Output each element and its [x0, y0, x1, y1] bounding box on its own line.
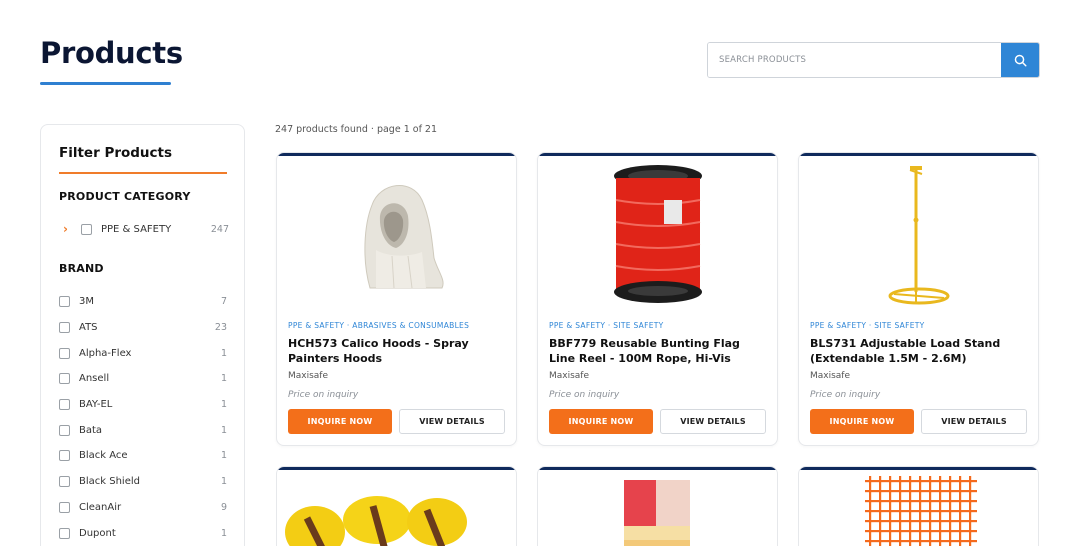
category-count: 247: [210, 223, 229, 235]
brand-count: 1: [220, 347, 227, 359]
brand-item-3m[interactable]: 3M 7: [59, 289, 227, 315]
view-details-button[interactable]: VIEW DETAILS: [921, 409, 1027, 434]
brand-label: Black Shield: [79, 476, 140, 488]
brand-count: 1: [220, 527, 227, 539]
brand-list: 3M 7 ATS 23 Alpha-Flex 1 Ansell 1 BAY-EL 1 Ba…: [59, 289, 227, 546]
product-title[interactable]: BBF779 Reusable Bunting Flag Line Reel -…: [549, 336, 766, 366]
brand-checkbox[interactable]: [59, 399, 70, 411]
brand-item-bay-el[interactable]: BAY-EL 1: [59, 392, 227, 418]
brand-checkbox[interactable]: [59, 476, 70, 488]
filter-title: Filter Products: [59, 145, 173, 161]
chevron-right-icon[interactable]: ›: [63, 222, 81, 236]
filter-underline: [59, 172, 227, 174]
category-checkbox[interactable]: [81, 223, 92, 235]
product-image[interactable]: [277, 156, 516, 314]
safety-post-caps-icon: [285, 496, 467, 546]
brand-checkbox[interactable]: [59, 450, 70, 462]
category-item-ppe-safety[interactable]: › PPE & SAFETY 247: [63, 221, 229, 237]
view-details-button[interactable]: VIEW DETAILS: [660, 409, 766, 434]
brand-count: 7: [220, 296, 227, 308]
brand-item-ansell[interactable]: Ansell 1: [59, 366, 227, 392]
brand-checkbox[interactable]: [59, 373, 70, 385]
product-price: Price on inquiry: [810, 390, 881, 400]
brand-heading: BRAND: [59, 262, 104, 275]
search-input[interactable]: [708, 43, 1001, 77]
inquire-now-button[interactable]: INQUIRE NOW: [549, 409, 653, 434]
inquire-now-button[interactable]: INQUIRE NOW: [810, 409, 914, 434]
product-card: PPE & SAFETY · SITE SAFETY BBF779 Reusab…: [537, 152, 778, 446]
brand-item-alpha-flex[interactable]: Alpha-Flex 1: [59, 340, 227, 366]
product-image[interactable]: [538, 156, 777, 314]
product-price: Price on inquiry: [549, 390, 620, 400]
brand-checkbox[interactable]: [59, 347, 70, 359]
brand-label: CleanAir: [79, 501, 122, 513]
brand-label: Black Ace: [79, 450, 128, 462]
brand-count: 1: [220, 450, 227, 462]
category-label: PPE & SAFETY: [101, 223, 172, 235]
bunting-reel-icon: [613, 165, 702, 303]
title-underline: [40, 82, 171, 85]
product-categories[interactable]: PPE & SAFETY · SITE SAFETY: [549, 321, 766, 330]
product-brand: Maxisafe: [810, 371, 851, 381]
page-title: Products: [40, 36, 183, 70]
brand-count: 9: [220, 501, 227, 513]
view-details-button[interactable]: VIEW DETAILS: [399, 409, 505, 434]
load-stand-icon: [888, 166, 949, 305]
search-button[interactable]: [1001, 43, 1039, 77]
brand-checkbox[interactable]: [59, 527, 70, 539]
product-card-partial[interactable]: [798, 466, 1039, 546]
brand-count: 1: [220, 476, 227, 488]
brand-checkbox[interactable]: [59, 322, 70, 334]
product-image[interactable]: [799, 156, 1038, 314]
brand-item-black-ace[interactable]: Black Ace 1: [59, 443, 227, 469]
brand-item-dupont[interactable]: Dupont 1: [59, 520, 227, 546]
product-title[interactable]: HCH573 Calico Hoods - Spray Painters Hoo…: [288, 336, 505, 366]
brand-count: 1: [220, 399, 227, 411]
product-price: Price on inquiry: [288, 390, 359, 400]
brand-label: BAY-EL: [79, 399, 113, 411]
brand-item-ats[interactable]: ATS 23: [59, 315, 227, 341]
brand-item-bata[interactable]: Bata 1: [59, 417, 227, 443]
product-card-partial[interactable]: [537, 466, 778, 546]
product-brand: Maxisafe: [549, 371, 590, 381]
brand-item-black-shield[interactable]: Black Shield 1: [59, 469, 227, 495]
brand-label: ATS: [79, 322, 98, 334]
brand-label: 3M: [79, 296, 94, 308]
bunting-flag-icon: [624, 480, 690, 546]
brand-count: 1: [220, 373, 227, 385]
barrier-mesh-icon: [865, 476, 977, 546]
brand-checkbox[interactable]: [59, 296, 70, 308]
product-categories[interactable]: PPE & SAFETY · ABRASIVES & CONSUMABLES: [288, 321, 505, 330]
inquire-now-button[interactable]: INQUIRE NOW: [288, 409, 392, 434]
brand-label: Ansell: [79, 373, 110, 385]
product-card: PPE & SAFETY · ABRASIVES & CONSUMABLES H…: [276, 152, 517, 446]
brand-label: Dupont: [79, 527, 116, 539]
brand-item-cleanair[interactable]: CleanAir 9: [59, 495, 227, 521]
results-summary: 247 products found · page 1 of 21: [275, 124, 438, 135]
filter-sidebar: Filter Products PRODUCT CATEGORY › PPE &…: [40, 124, 245, 546]
brand-label: Bata: [79, 424, 103, 436]
product-brand: Maxisafe: [288, 371, 329, 381]
brand-count: 23: [214, 322, 227, 334]
product-card: PPE & SAFETY · SITE SAFETY BLS731 Adjust…: [798, 152, 1039, 446]
search-icon: [1014, 54, 1027, 67]
search-bar: [707, 42, 1040, 78]
brand-label: Alpha-Flex: [79, 347, 132, 359]
brand-count: 1: [220, 424, 227, 436]
product-card-partial[interactable]: [276, 466, 517, 546]
category-heading: PRODUCT CATEGORY: [59, 190, 191, 203]
product-title[interactable]: BLS731 Adjustable Load Stand (Extendable…: [810, 336, 1027, 366]
product-categories[interactable]: PPE & SAFETY · SITE SAFETY: [810, 321, 1027, 330]
brand-checkbox[interactable]: [59, 501, 70, 513]
calico-hood-icon: [363, 184, 443, 289]
brand-checkbox[interactable]: [59, 424, 70, 436]
